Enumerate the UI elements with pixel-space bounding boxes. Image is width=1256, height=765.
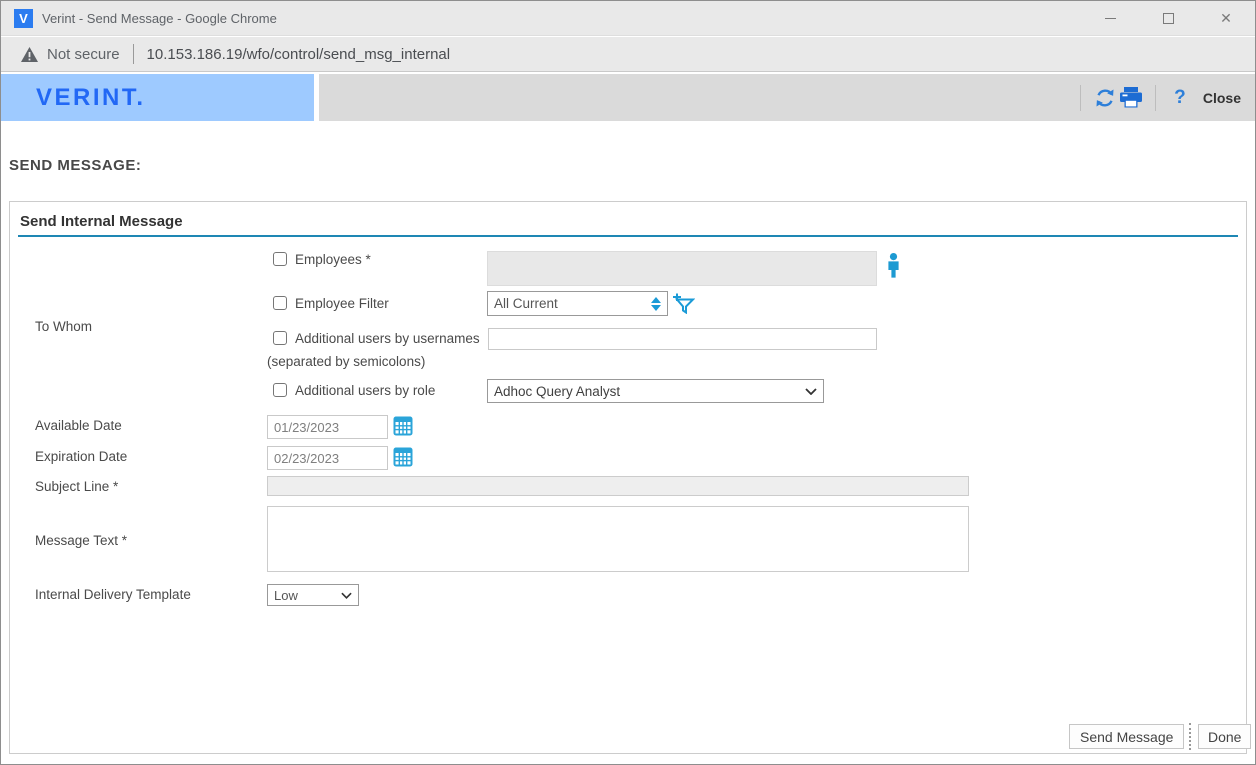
additional-role-value: Adhoc Query Analyst [494, 384, 620, 399]
employees-input[interactable] [487, 251, 877, 286]
additional-role-checkbox[interactable] [273, 383, 287, 397]
app-header: VERINT. [1, 73, 1255, 121]
header-toolbar: ? Close [319, 74, 1255, 121]
employee-filter-value: All Current [494, 296, 558, 311]
expiration-date-label: Expiration Date [35, 449, 127, 464]
page-title: SEND MESSAGE: [9, 157, 141, 174]
expiration-date-calendar-icon[interactable] [393, 447, 413, 472]
expiration-date-input[interactable] [267, 446, 388, 470]
verint-favicon-icon: V [14, 9, 33, 28]
address-bar: Not secure 10.153.186.19/wfo/control/sen… [1, 37, 1255, 72]
available-date-input[interactable] [267, 415, 388, 439]
minimize-icon[interactable] [1081, 1, 1139, 36]
employees-label: Employees * [295, 252, 371, 267]
additional-role-label: Additional users by role [295, 383, 435, 398]
close-button[interactable]: Close [1203, 90, 1241, 106]
refresh-icon[interactable] [1092, 85, 1118, 111]
window-close-icon[interactable]: ✕ [1197, 1, 1255, 36]
print-icon[interactable] [1118, 85, 1144, 111]
available-date-label: Available Date [35, 418, 122, 433]
message-text-label: Message Text * [35, 533, 127, 548]
select-employees-icon[interactable] [886, 253, 901, 283]
window-title: Verint - Send Message - Google Chrome [42, 11, 277, 26]
toolbar-divider [1155, 85, 1156, 111]
favicon-letter: V [19, 11, 28, 26]
usernames-note: (separated by semicolons) [267, 354, 425, 369]
employee-filter-checkbox[interactable] [273, 296, 287, 310]
additional-usernames-label: Additional users by usernames [295, 331, 480, 346]
additional-role-select[interactable]: Adhoc Query Analyst [487, 379, 824, 403]
delivery-template-select[interactable]: Low [267, 584, 359, 606]
employees-checkbox[interactable] [273, 252, 287, 266]
done-button[interactable]: Done [1198, 724, 1251, 749]
warning-icon [21, 47, 38, 62]
form-title-underline [18, 235, 1238, 237]
add-filter-icon[interactable] [672, 293, 695, 319]
verint-logo-text: VERINT. [36, 84, 146, 112]
available-date-calendar-icon[interactable] [393, 416, 413, 441]
page-content: SEND MESSAGE: Send Internal Message To W… [1, 121, 1255, 764]
chevron-down-icon [341, 592, 352, 599]
button-divider [1189, 723, 1191, 750]
window-controls: ✕ [1081, 1, 1255, 36]
security-label: Not secure [47, 46, 120, 63]
additional-usernames-input[interactable] [488, 328, 877, 350]
maximize-icon[interactable] [1139, 1, 1197, 36]
address-divider [133, 44, 134, 64]
to-whom-label: To Whom [35, 319, 92, 334]
send-internal-message-form: Send Internal Message To Whom Employees … [9, 201, 1247, 754]
window-titlebar[interactable]: V Verint - Send Message - Google Chrome … [1, 1, 1255, 36]
delivery-template-label: Internal Delivery Template [35, 587, 191, 602]
additional-usernames-checkbox[interactable] [273, 331, 287, 345]
toolbar-divider [1080, 85, 1081, 111]
employee-filter-label: Employee Filter [295, 296, 389, 311]
subject-line-input[interactable] [267, 476, 969, 496]
employee-filter-select[interactable]: All Current [487, 291, 668, 316]
help-icon[interactable]: ? [1167, 85, 1193, 111]
verint-logo: VERINT. [1, 74, 314, 121]
url-text: 10.153.186.19/wfo/control/send_msg_inter… [147, 46, 451, 63]
subject-line-label: Subject Line * [35, 479, 118, 494]
chevron-down-icon [805, 388, 817, 395]
message-text-area[interactable] [267, 506, 969, 572]
browser-window: V Verint - Send Message - Google Chrome … [0, 0, 1256, 765]
delivery-template-value: Low [274, 588, 298, 603]
send-message-button[interactable]: Send Message [1069, 724, 1184, 749]
spinner-arrows-icon [651, 297, 661, 311]
form-title: Send Internal Message [20, 213, 183, 230]
